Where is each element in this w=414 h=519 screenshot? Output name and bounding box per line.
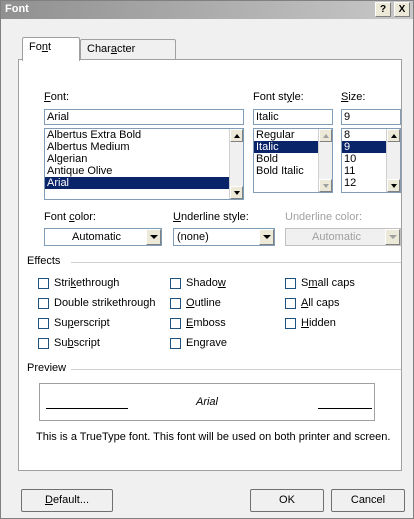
preview-description: This is a TrueType font. This font will …	[36, 431, 391, 443]
font-style-label: Font style:	[253, 91, 304, 103]
engrave-label[interactable]: Engrave	[186, 337, 227, 349]
subscript-checkbox[interactable]	[38, 338, 49, 349]
tab-font[interactable]: Font	[22, 37, 80, 61]
font-style-list[interactable]: Regular Italic Bold Bold Italic	[253, 128, 333, 193]
double-strikethrough-checkbox[interactable]	[38, 298, 49, 309]
scroll-down-icon[interactable]	[387, 179, 400, 192]
all-caps-checkbox[interactable]	[285, 298, 296, 309]
font-list[interactable]: Albertus Extra Bold Albertus Medium Alge…	[44, 128, 244, 200]
font-list-scrollbar[interactable]	[229, 129, 243, 199]
shadow-checkbox[interactable]	[170, 278, 181, 289]
scroll-down-icon[interactable]	[230, 186, 243, 199]
underline-color-label: Underline color:	[285, 211, 363, 223]
list-item[interactable]: Algerian	[45, 153, 243, 165]
preview-divider	[71, 369, 401, 370]
chevron-down-icon[interactable]	[259, 229, 274, 245]
scroll-up-icon[interactable]	[387, 129, 400, 142]
font-input[interactable]: Arial	[44, 109, 244, 125]
emboss-checkbox[interactable]	[170, 318, 181, 329]
close-button[interactable]: X	[394, 2, 410, 17]
window-title: Font	[5, 3, 29, 15]
size-list[interactable]: 8 9 10 11 12	[341, 128, 401, 193]
font-label: Font:	[44, 91, 70, 103]
chevron-down-icon[interactable]	[146, 229, 161, 245]
scroll-up-icon[interactable]	[319, 129, 332, 142]
title-bar[interactable]: Font ? X	[1, 1, 413, 19]
superscript-label[interactable]: Superscript	[54, 317, 110, 329]
preview-rule-right	[318, 408, 372, 409]
strikethrough-checkbox[interactable]	[38, 278, 49, 289]
help-button[interactable]: ?	[375, 2, 391, 17]
shadow-label[interactable]: Shadow	[186, 277, 226, 289]
emboss-label[interactable]: Emboss	[186, 317, 226, 329]
font-style-list-scrollbar[interactable]	[318, 129, 332, 192]
small-caps-checkbox[interactable]	[285, 278, 296, 289]
superscript-checkbox[interactable]	[38, 318, 49, 329]
underline-style-label: Underline style:	[173, 211, 249, 223]
outline-label[interactable]: Outline	[186, 297, 221, 309]
list-item[interactable]: Antique Olive	[45, 165, 243, 177]
preview-rule-left	[46, 408, 128, 409]
engrave-checkbox[interactable]	[170, 338, 181, 349]
font-dialog: Font ? X Font Character Spacing Font: Ar…	[0, 0, 414, 519]
underline-color-select: Automatic	[285, 228, 401, 246]
effects-divider	[71, 262, 401, 263]
all-caps-label[interactable]: All caps	[301, 297, 340, 309]
effects-group-label: Effects	[27, 255, 61, 267]
hidden-checkbox[interactable]	[285, 318, 296, 329]
scroll-down-icon[interactable]	[319, 179, 332, 192]
preview-sample-text: Arial	[195, 396, 218, 408]
list-item-selected[interactable]: Arial	[45, 177, 243, 189]
list-item[interactable]: Albertus Medium	[45, 141, 243, 153]
default-button[interactable]: Default...	[21, 489, 113, 512]
size-input[interactable]: 9	[341, 109, 401, 125]
strikethrough-label[interactable]: Strikethrough	[54, 277, 119, 289]
chevron-down-icon	[385, 229, 400, 245]
scroll-up-icon[interactable]	[230, 129, 243, 142]
font-color-select[interactable]: Automatic	[44, 228, 162, 246]
outline-checkbox[interactable]	[170, 298, 181, 309]
size-label: Size:	[341, 91, 366, 103]
tab-character-spacing[interactable]: Character Spacing	[80, 39, 176, 74]
preview-box: Arial	[39, 383, 375, 421]
font-color-label: Font color:	[44, 211, 96, 223]
subscript-label[interactable]: Subscript	[54, 337, 100, 349]
list-item[interactable]: Albertus Extra Bold	[45, 129, 243, 141]
hidden-label[interactable]: Hidden	[301, 317, 336, 329]
cancel-button[interactable]: Cancel	[331, 489, 405, 512]
underline-style-select[interactable]: (none)	[173, 228, 275, 246]
ok-button[interactable]: OK	[250, 489, 324, 512]
font-style-input[interactable]: Italic	[253, 109, 333, 125]
small-caps-label[interactable]: Small caps	[301, 277, 355, 289]
double-strikethrough-label[interactable]: Double strikethrough	[54, 297, 156, 309]
size-list-scrollbar[interactable]	[386, 129, 400, 192]
preview-group-label: Preview	[27, 362, 67, 374]
